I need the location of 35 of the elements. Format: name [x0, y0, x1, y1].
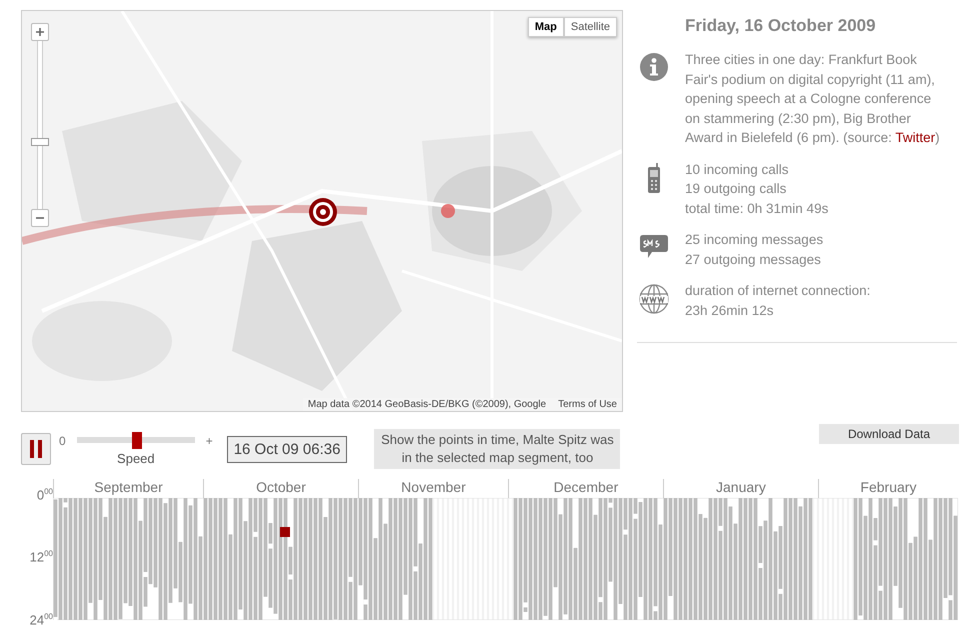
zoom-in-button[interactable]: [31, 23, 49, 41]
event-description: Three cities in one day: Frankfurt Book Fair's podium on digital copyright (11 am), opening speech at a Cologne conference on stammering (2:30 pm), Big Brother Award in Bielefeld (6 pm). (source: Twitter): [685, 51, 941, 147]
speed-max-label: +: [206, 434, 213, 448]
map-type-button[interactable]: Map: [528, 17, 564, 37]
map-type-button[interactable]: Satellite: [564, 17, 617, 37]
stat-text: 19 outgoing calls: [685, 180, 788, 198]
time-display: 16 Oct 09 06:36: [226, 436, 348, 462]
filter-button[interactable]: Show the points in time, Malte Spitz was in the selected map segment, too: [374, 429, 620, 469]
speed-min-label: 0: [59, 434, 66, 448]
hour-label: 12$^{00}$: [28, 549, 53, 565]
pause-button[interactable]: [21, 433, 51, 465]
zoom-out-button[interactable]: [31, 209, 49, 227]
hour-label: 24$^{00}$: [28, 612, 53, 625]
speed-label: Speed: [117, 451, 155, 466]
terms-link[interactable]: Terms of Use: [558, 399, 617, 410]
map-attribution: Map data ©2014 GeoBasis-DE/BKG (©2009), Google: [308, 399, 546, 410]
stat-text: 10 incoming calls: [685, 160, 790, 179]
stat-text: 23h 26min 12s: [685, 302, 775, 320]
plus-icon: [35, 27, 45, 37]
globe-icon: [638, 283, 670, 315]
twitter-link[interactable]: Twitter: [895, 130, 936, 145]
stat-text: 25 incoming messages: [685, 231, 824, 249]
hour-label: 0$^{00}$: [36, 487, 53, 502]
info-icon: [639, 52, 669, 82]
stat-text: 27 outgoing messages: [685, 250, 822, 269]
mobile-phone-icon: [646, 162, 662, 194]
download-button[interactable]: Download Data: [819, 424, 959, 444]
speed-slider-thumb[interactable]: [132, 432, 142, 449]
target-marker-icon: [307, 196, 339, 228]
current-time-marker-icon: [280, 527, 290, 537]
pause-icon: [29, 440, 43, 458]
zoom-slider-thumb[interactable]: [31, 138, 49, 146]
stat-text: total time: 0h 31min 49s: [685, 200, 828, 218]
date-title: Friday, 16 October 2009: [685, 16, 877, 36]
stat-text: duration of internet connection:: [685, 282, 870, 300]
